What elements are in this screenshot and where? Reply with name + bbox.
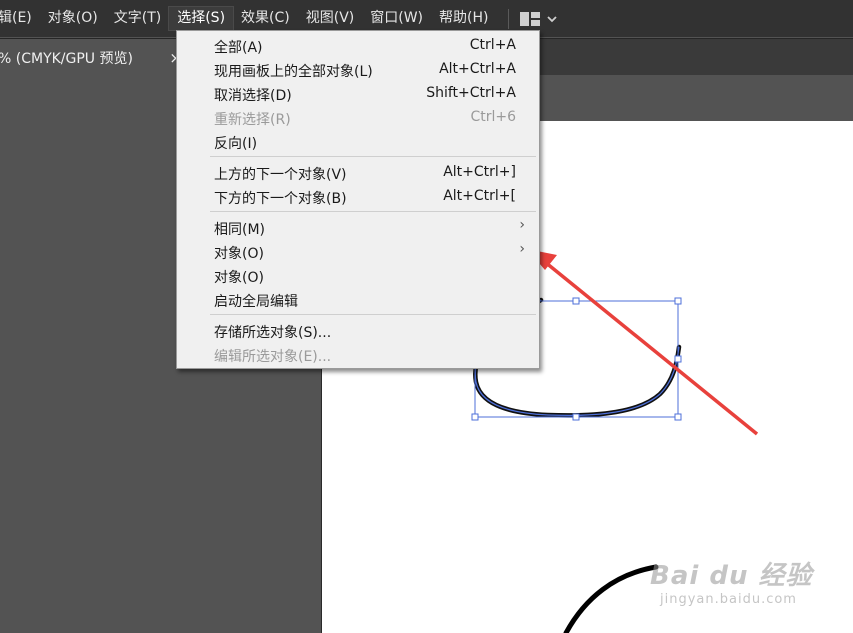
watermark-logo: Bai du 经验	[650, 555, 813, 592]
menu-item-shortcut: Shift+Ctrl+A	[426, 85, 516, 101]
menu-item-label: 重新选择(R)	[214, 112, 291, 128]
menu-item-shortcut: Ctrl+A	[469, 37, 516, 53]
menu-item-shortcut: Ctrl+6	[470, 109, 516, 125]
watermark-text: Bai du 经验	[650, 561, 813, 591]
watermark-url: jingyan.baidu.com	[660, 592, 797, 607]
menu-item-label: 下方的下一个对象(B)	[214, 191, 347, 207]
menu-divider	[210, 156, 536, 157]
chevron-right-icon: ›	[519, 241, 525, 257]
menu-item-shortcut: Alt+Ctrl+]	[443, 164, 516, 180]
menu-item-deselect[interactable]: 取消选择(D) Shift+Ctrl+A	[177, 82, 539, 106]
menu-item-shortcut: Alt+Ctrl+A	[439, 61, 516, 77]
select-menu-dropdown: 全部(A) Ctrl+A 现用画板上的全部对象(L) Alt+Ctrl+A 取消…	[176, 30, 540, 369]
arc-shape[interactable]	[563, 564, 659, 633]
menu-item-global-edit[interactable]: 启动全局编辑	[177, 288, 539, 312]
menu-item-next-object-below[interactable]: 下方的下一个对象(B) Alt+Ctrl+[	[177, 185, 539, 209]
menu-item-label: 反向(I)	[214, 136, 258, 152]
menu-item-shortcut: Alt+Ctrl+[	[443, 188, 516, 204]
menu-item-reselect: 重新选择(R) Ctrl+6	[177, 106, 539, 130]
menu-item-object[interactable]: 对象(O)	[177, 264, 539, 288]
menu-item-inverse[interactable]: 反向(I)	[177, 130, 539, 154]
menu-item-label: 存储所选对象(S)...	[214, 325, 332, 341]
menu-item-save-selection[interactable]: 存储所选对象(S)...	[177, 319, 539, 343]
menu-item-label: 全部(A)	[214, 40, 263, 56]
menu-item-same[interactable]: 相同(M) ›	[177, 216, 539, 240]
menu-item-label: 上方的下一个对象(V)	[214, 167, 347, 183]
menu-item-label: 相同(M)	[214, 222, 266, 238]
menu-item-label: 启动全局编辑	[214, 294, 298, 310]
watermark: Bai du 经验 jingyan.baidu.com	[650, 555, 813, 607]
menu-divider	[210, 314, 536, 315]
menu-item-label: 现用画板上的全部对象(L)	[214, 64, 373, 80]
menu-item-object-submenu[interactable]: 对象(O) ›	[177, 240, 539, 264]
menu-item-label: 编辑所选对象(E)...	[214, 349, 332, 365]
menu-item-label: 取消选择(D)	[214, 88, 292, 104]
menu-item-label: 对象(O)	[214, 246, 264, 262]
menu-item-select-all[interactable]: 全部(A) Ctrl+A	[177, 34, 539, 58]
chevron-right-icon: ›	[519, 217, 525, 233]
menu-item-all-on-artboard[interactable]: 现用画板上的全部对象(L) Alt+Ctrl+A	[177, 58, 539, 82]
menu-item-edit-selection: 编辑所选对象(E)...	[177, 343, 539, 367]
menu-divider	[210, 211, 536, 212]
annotation-arrow	[543, 260, 759, 436]
menu-item-next-object-above[interactable]: 上方的下一个对象(V) Alt+Ctrl+]	[177, 161, 539, 185]
menu-item-label: 对象(O)	[214, 270, 264, 286]
